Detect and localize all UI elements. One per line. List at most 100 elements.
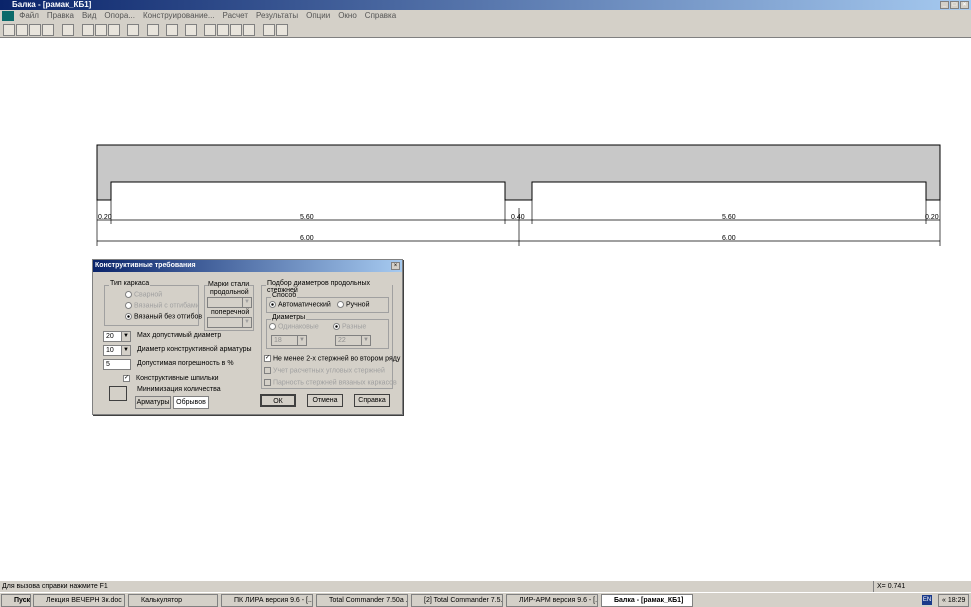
help-button[interactable]: Справка bbox=[354, 394, 390, 407]
check-parity[interactable]: Парность стержней вязаных каркасов bbox=[264, 379, 397, 386]
task-item[interactable]: [2] Total Commander 7.5... bbox=[411, 594, 503, 607]
diameters-group: Диаметры Одинаковые Разные 18 ▼ 22 ▼ bbox=[266, 314, 389, 349]
task-item[interactable]: ЛИР-АРМ версия 9.6 - [... bbox=[506, 594, 598, 607]
menu-options[interactable]: Опции bbox=[306, 11, 330, 20]
menu-results[interactable]: Результаты bbox=[256, 11, 298, 20]
radio-same[interactable]: Одинаковые bbox=[269, 323, 319, 330]
radio-welded[interactable]: Сварной bbox=[125, 291, 162, 298]
constr-diameter-label: Диаметр конструктивной арматуры bbox=[137, 346, 252, 353]
menu-window[interactable]: Окно bbox=[338, 11, 357, 20]
dim-label: 0.20 bbox=[98, 214, 112, 221]
load-icon[interactable] bbox=[127, 24, 139, 36]
menu-help[interactable]: Справка bbox=[365, 11, 396, 20]
group-label: Способ bbox=[271, 292, 298, 299]
flag-icon[interactable] bbox=[147, 24, 159, 36]
task-item-active[interactable]: Балка - [рамак_КБ1] bbox=[601, 594, 693, 607]
ok-button[interactable]: ОК bbox=[260, 394, 296, 407]
group-label: Марки стали bbox=[208, 281, 250, 288]
steel-grades-group: Марки стали продольной ▼ поперечной ▼ bbox=[204, 281, 254, 331]
open-icon[interactable] bbox=[16, 24, 28, 36]
tool-icon[interactable] bbox=[217, 24, 229, 36]
tray-clock: « 18:29 bbox=[938, 594, 970, 607]
radio-manual[interactable]: Ручной bbox=[337, 301, 370, 308]
menu-view[interactable]: Вид bbox=[82, 11, 96, 20]
coord-readout: X= 0.741 bbox=[873, 581, 905, 592]
radio-tied-bent[interactable]: Вязаный с отгибами bbox=[125, 302, 200, 309]
dialog-title: Конструктивные требования bbox=[93, 260, 402, 272]
tool2-icon[interactable] bbox=[230, 24, 242, 36]
save-icon[interactable] bbox=[29, 24, 41, 36]
rebar-tool-button[interactable] bbox=[109, 386, 127, 401]
dim-label: 5.60 bbox=[722, 214, 736, 221]
label-transverse: поперечной bbox=[211, 309, 250, 316]
minimize-rebar-button[interactable]: Арматуры bbox=[135, 396, 171, 409]
start-button[interactable]: Пуск bbox=[1, 594, 31, 607]
book-icon[interactable] bbox=[276, 24, 288, 36]
task-item[interactable]: Total Commander 7.50a ... bbox=[316, 594, 408, 607]
task-item[interactable]: Лекция ВЕЧЕРН 3к.doc ... bbox=[33, 594, 125, 607]
toolbar bbox=[0, 22, 971, 38]
diameter1-select[interactable]: 18 ▼ bbox=[271, 335, 307, 346]
constr-diameter-select[interactable]: 10 ▼ bbox=[103, 345, 131, 356]
tolerance-input[interactable]: 5 bbox=[103, 359, 131, 370]
help-icon[interactable] bbox=[263, 24, 275, 36]
diameter-selection-group: Подбор диаметров продольных стержней Спо… bbox=[261, 280, 400, 389]
task-item[interactable]: ПК ЛИРА версия 9.6 - [... bbox=[221, 594, 313, 607]
app-icon bbox=[2, 10, 14, 21]
menu-design[interactable]: Конструирование... bbox=[143, 11, 215, 20]
section-icon[interactable] bbox=[166, 24, 178, 36]
task-item[interactable]: Калькулятор bbox=[128, 594, 218, 607]
longitudinal-steel-select[interactable]: ▼ bbox=[207, 297, 252, 308]
check-corner-bars[interactable]: Учет расчетных угловых стержней bbox=[264, 367, 385, 374]
status-bar: Для вызова справки нажмите F1 X= 0.741 bbox=[0, 580, 971, 592]
minimize-label: Минимизация количества bbox=[137, 386, 221, 393]
radio-auto[interactable]: Автоматический bbox=[269, 301, 331, 308]
dim-label: 5.60 bbox=[300, 214, 314, 221]
status-hint: Для вызова справки нажмите F1 bbox=[2, 583, 108, 590]
minimize-breaks-button[interactable]: Обрывов bbox=[173, 396, 209, 409]
phone-icon[interactable] bbox=[204, 24, 216, 36]
language-indicator[interactable]: EN bbox=[922, 595, 932, 605]
constructive-requirements-dialog: Конструктивные требования × Тип каркаса … bbox=[92, 259, 403, 415]
title-bar: Балка - [рамак_КБ1] _ □ × bbox=[0, 0, 971, 10]
close-button[interactable]: × bbox=[960, 1, 969, 9]
menu-edit[interactable]: Правка bbox=[47, 11, 74, 20]
group-label: Тип каркаса bbox=[109, 280, 151, 287]
dim-label: 0.20 bbox=[925, 214, 939, 221]
tool3-icon[interactable] bbox=[243, 24, 255, 36]
taskbar: Пуск Лекция ВЕЧЕРН 3к.doc ... Калькулято… bbox=[0, 592, 971, 607]
check-two-bars[interactable]: ✓ Не менее 2-х стержней во втором ряду bbox=[264, 355, 400, 362]
frame-icon[interactable] bbox=[62, 24, 74, 36]
zoom-out-icon[interactable] bbox=[82, 24, 94, 36]
transverse-steel-select[interactable]: ▼ bbox=[207, 317, 252, 328]
diameter2-select[interactable]: 22 ▼ bbox=[335, 335, 371, 346]
dim-label: 6.00 bbox=[300, 235, 314, 242]
pencil-icon[interactable] bbox=[108, 24, 120, 36]
beam-shape bbox=[96, 144, 941, 201]
menu-file[interactable]: Файл bbox=[19, 11, 39, 20]
method-group: Способ Автоматический Ручной bbox=[266, 292, 389, 313]
new-icon[interactable] bbox=[3, 24, 15, 36]
window-title: Балка - [рамак_КБ1] bbox=[12, 0, 92, 9]
dim-label: 6.00 bbox=[722, 235, 736, 242]
pins-checkbox[interactable]: ✓ Конструктивные шпильки bbox=[123, 375, 219, 382]
zoom-in-icon[interactable] bbox=[95, 24, 107, 36]
frame-type-group: Тип каркаса Сварной Вязаный с отгибами В… bbox=[104, 280, 202, 326]
maximize-button[interactable]: □ bbox=[950, 1, 959, 9]
max-diameter-select[interactable]: 20 ▼ bbox=[103, 331, 131, 342]
dialog-close-button[interactable]: × bbox=[391, 262, 400, 270]
radio-tied-nobent[interactable]: Вязаный без отгибов bbox=[125, 313, 202, 320]
menu-bar: Файл Правка Вид Опора... Конструирование... Р… bbox=[0, 10, 971, 22]
dimension-lines bbox=[96, 200, 941, 246]
group-label: Диаметры bbox=[271, 314, 307, 321]
label-longitudinal: продольной bbox=[210, 289, 249, 296]
print-icon[interactable] bbox=[42, 24, 54, 36]
table-icon[interactable] bbox=[185, 24, 197, 36]
menu-support[interactable]: Опора... bbox=[104, 11, 135, 20]
minimize-button[interactable]: _ bbox=[940, 1, 949, 9]
dim-label: 0.40 bbox=[511, 214, 525, 221]
tolerance-label: Допустимая погрешность в % bbox=[137, 360, 234, 367]
radio-different[interactable]: Разные bbox=[333, 323, 366, 330]
menu-calc[interactable]: Расчет bbox=[223, 11, 248, 20]
cancel-button[interactable]: Отмена bbox=[307, 394, 343, 407]
